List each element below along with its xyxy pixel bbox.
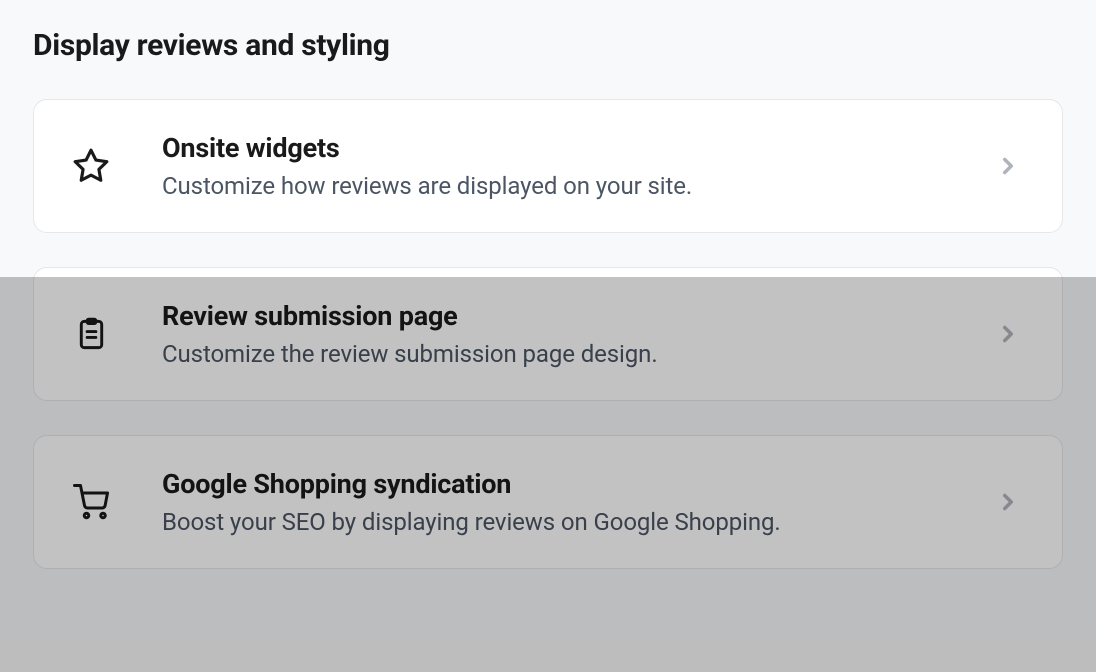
- chevron-right-icon: [994, 488, 1022, 516]
- setting-description: Customize the review submission page des…: [162, 340, 994, 368]
- chevron-right-icon: [994, 152, 1022, 180]
- cart-icon: [70, 481, 112, 523]
- clipboard-icon: [70, 313, 112, 355]
- page-title: Display reviews and styling: [33, 28, 1063, 63]
- star-icon: [70, 145, 112, 187]
- setting-review-submission-page[interactable]: Review submission page Customize the rev…: [33, 267, 1063, 401]
- setting-title: Review submission page: [162, 300, 994, 332]
- setting-description: Boost your SEO by displaying reviews on …: [162, 508, 994, 536]
- setting-title: Onsite widgets: [162, 132, 994, 164]
- chevron-right-icon: [994, 320, 1022, 348]
- setting-description: Customize how reviews are displayed on y…: [162, 172, 994, 200]
- setting-title: Google Shopping syndication: [162, 468, 994, 500]
- setting-onsite-widgets[interactable]: Onsite widgets Customize how reviews are…: [33, 99, 1063, 233]
- setting-google-shopping-syndication[interactable]: Google Shopping syndication Boost your S…: [33, 435, 1063, 569]
